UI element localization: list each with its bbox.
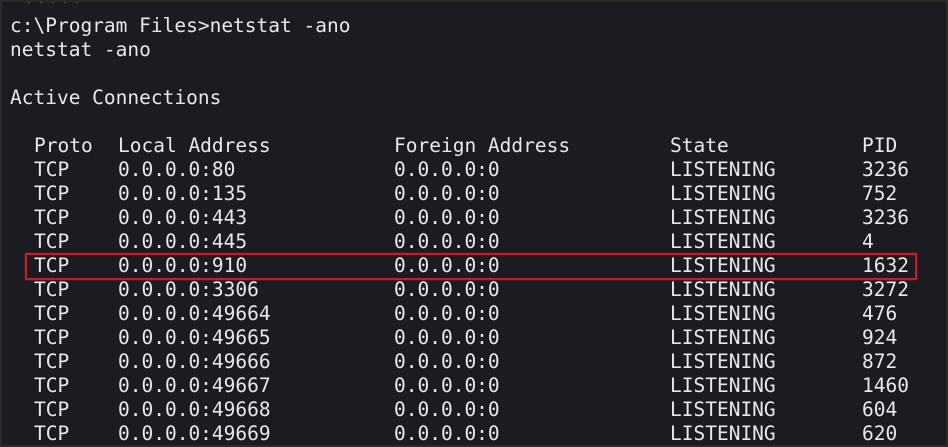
table-row: TCP 0.0.0.0:445 0.0.0.0:0 LISTENING 4 xyxy=(2,230,946,254)
cell-pid: 620 xyxy=(862,422,898,445)
cell-local-address: 0.0.0.0:443 xyxy=(118,206,248,229)
cell-state: LISTENING xyxy=(670,374,776,397)
table-row: TCP 0.0.0.0:49669 0.0.0.0:0 LISTENING 620 xyxy=(2,422,946,445)
cell-pid: 924 xyxy=(862,326,898,349)
cell-pid: 4 xyxy=(862,230,874,253)
cell-foreign-address: 0.0.0.0:0 xyxy=(394,422,500,445)
cell-local-address: 0.0.0.0:49668 xyxy=(118,398,271,421)
cell-foreign-address: 0.0.0.0:0 xyxy=(394,302,500,325)
cell-local-address: 0.0.0.0:49667 xyxy=(118,374,271,397)
table-row: TCP 0.0.0.0:49665 0.0.0.0:0 LISTENING 924 xyxy=(2,326,946,350)
command-prompt-line: c:\Program Files>netstat -ano xyxy=(10,14,351,37)
cell-foreign-address: 0.0.0.0:0 xyxy=(394,158,500,181)
cell-pid: 476 xyxy=(862,302,898,325)
header-state: State xyxy=(670,134,729,157)
cell-proto: TCP xyxy=(34,398,70,421)
cell-state: LISTENING xyxy=(670,398,776,421)
cell-proto: TCP xyxy=(34,422,70,445)
cell-local-address: 0.0.0.0:49669 xyxy=(118,422,271,445)
cell-state: LISTENING xyxy=(670,350,776,373)
table-row: TCP 0.0.0.0:3306 0.0.0.0:0 LISTENING 3272 xyxy=(2,278,946,302)
cell-proto: TCP xyxy=(34,206,70,229)
cell-state: LISTENING xyxy=(670,422,776,445)
cell-state: LISTENING xyxy=(670,182,776,205)
cell-foreign-address: 0.0.0.0:0 xyxy=(394,398,500,421)
cell-pid: 3236 xyxy=(862,206,909,229)
cell-local-address: 0.0.0.0:80 xyxy=(118,158,236,181)
cell-foreign-address: 0.0.0.0:0 xyxy=(394,206,500,229)
cell-proto: TCP xyxy=(34,374,70,397)
table-header-row: Proto Local Address Foreign Address Stat… xyxy=(2,134,946,158)
cell-pid: 3272 xyxy=(862,278,909,301)
cell-state: LISTENING xyxy=(670,158,776,181)
cell-pid: 752 xyxy=(862,182,898,205)
table-row: TCP 0.0.0.0:49667 0.0.0.0:0 LISTENING 1460 xyxy=(2,374,946,398)
cell-pid: 1460 xyxy=(862,374,909,397)
cell-foreign-address: 0.0.0.0:0 xyxy=(394,350,500,373)
scrolled-text-fragment: · · · · · xyxy=(26,0,81,9)
cell-state: LISTENING xyxy=(670,230,776,253)
cell-state: LISTENING xyxy=(670,302,776,325)
cell-local-address: 0.0.0.0:3306 xyxy=(118,278,259,301)
cell-state: LISTENING xyxy=(670,326,776,349)
cell-local-address: 0.0.0.0:135 xyxy=(118,182,248,205)
cell-local-address: 0.0.0.0:49666 xyxy=(118,350,271,373)
cell-state: LISTENING xyxy=(670,278,776,301)
cell-proto: TCP xyxy=(34,182,70,205)
cell-proto: TCP xyxy=(34,158,70,181)
terminal-window[interactable]: · · · · · c:\Program Files>netstat -ano … xyxy=(0,0,948,447)
cell-proto: TCP xyxy=(34,350,70,373)
cell-foreign-address: 0.0.0.0:0 xyxy=(394,182,500,205)
command-echo-line: netstat -ano xyxy=(10,38,151,61)
cell-pid: 3236 xyxy=(862,158,909,181)
header-local-address: Local Address xyxy=(118,134,271,157)
cell-foreign-address: 0.0.0.0:0 xyxy=(394,374,500,397)
section-title: Active Connections xyxy=(10,86,222,109)
cell-proto: TCP xyxy=(34,326,70,349)
cell-foreign-address: 0.0.0.0:0 xyxy=(394,230,500,253)
table-row: TCP 0.0.0.0:49666 0.0.0.0:0 LISTENING 872 xyxy=(2,350,946,374)
table-row: TCP 0.0.0.0:49664 0.0.0.0:0 LISTENING 476 xyxy=(2,302,946,326)
header-foreign-address: Foreign Address xyxy=(394,134,571,157)
cell-foreign-address: 0.0.0.0:0 xyxy=(394,278,500,301)
table-row: TCP 0.0.0.0:80 0.0.0.0:0 LISTENING 3236 xyxy=(2,158,946,182)
highlight-annotation-box xyxy=(25,253,917,280)
header-proto: Proto xyxy=(34,134,93,157)
cell-local-address: 0.0.0.0:49664 xyxy=(118,302,271,325)
cell-local-address: 0.0.0.0:49665 xyxy=(118,326,271,349)
header-pid: PID xyxy=(862,134,898,157)
table-row: TCP 0.0.0.0:49668 0.0.0.0:0 LISTENING 604 xyxy=(2,398,946,422)
table-row: TCP 0.0.0.0:443 0.0.0.0:0 LISTENING 3236 xyxy=(2,206,946,230)
cell-pid: 604 xyxy=(862,398,898,421)
cell-proto: TCP xyxy=(34,230,70,253)
cell-local-address: 0.0.0.0:445 xyxy=(118,230,248,253)
cell-pid: 872 xyxy=(862,350,898,373)
cell-proto: TCP xyxy=(34,278,70,301)
cell-foreign-address: 0.0.0.0:0 xyxy=(394,326,500,349)
cell-proto: TCP xyxy=(34,302,70,325)
table-row: TCP 0.0.0.0:135 0.0.0.0:0 LISTENING 752 xyxy=(2,182,946,206)
cell-state: LISTENING xyxy=(670,206,776,229)
